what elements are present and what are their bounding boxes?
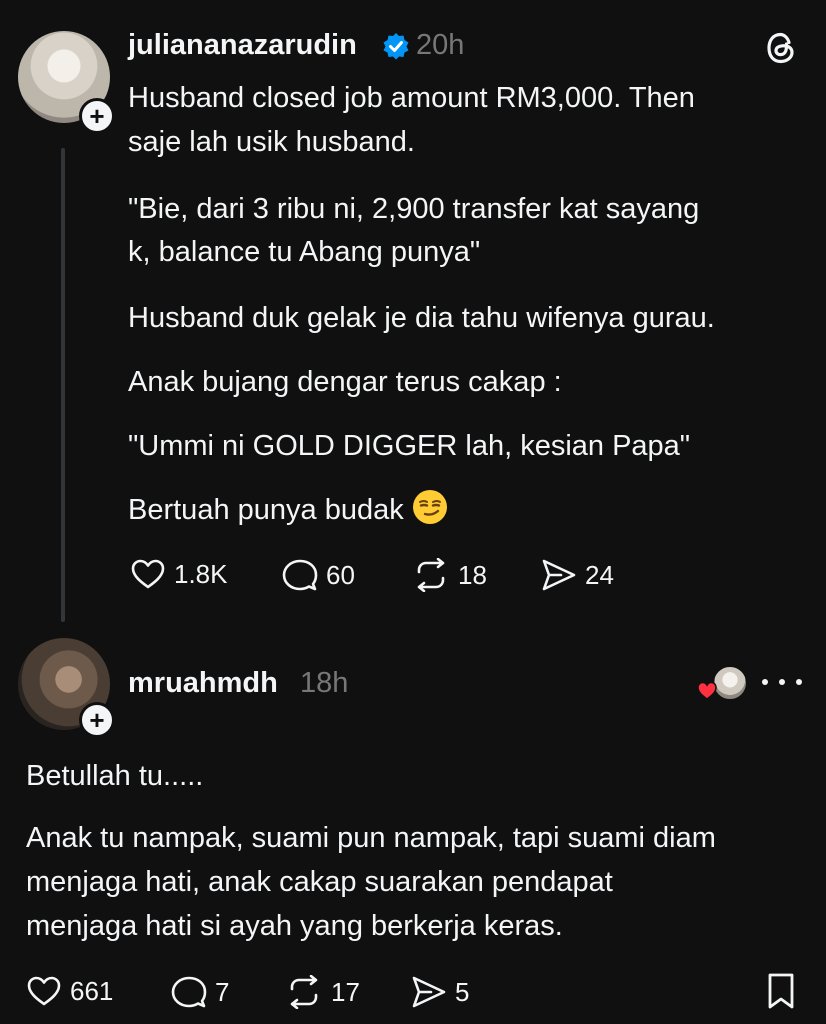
- share-icon: [412, 976, 446, 1008]
- post-repost-count: 18: [458, 559, 487, 590]
- reply-comment-button[interactable]: 7: [171, 975, 229, 1009]
- post-text-line: Anak bujang dengar terus cakap :: [128, 366, 562, 398]
- post-share-button[interactable]: 24: [541, 558, 614, 592]
- post-text-line: "Ummi ni GOLD DIGGER lah, kesian Papa": [128, 430, 691, 462]
- verified-badge-icon: [383, 33, 409, 60]
- heart-icon: [131, 559, 165, 589]
- threads-logo-icon[interactable]: [764, 30, 798, 66]
- reply-repost-button[interactable]: 17: [285, 975, 360, 1009]
- post-repost-button[interactable]: 18: [412, 558, 487, 592]
- heart-icon: [27, 976, 61, 1006]
- post-text-line: Husband closed job amount RM3,000. Then: [128, 82, 695, 114]
- reply-text-line: Betullah tu.....: [26, 760, 204, 792]
- reply-like-count: 661: [70, 975, 114, 1006]
- post-text-line: saje lah usik husband.: [128, 126, 415, 158]
- reply-timestamp: 18h: [300, 667, 349, 699]
- post-text-line: "Bie, dari 3 ribu ni, 2,900 transfer kat…: [128, 193, 700, 225]
- reply-text-line: menjaga hati, anak cakap suarakan pendap…: [26, 866, 613, 898]
- share-icon: [542, 559, 576, 591]
- post-author-username[interactable]: juliananazarudin: [128, 29, 357, 62]
- repost-icon: [290, 975, 318, 1009]
- reply-share-button[interactable]: 5: [411, 975, 469, 1009]
- reply-like-button[interactable]: 661: [26, 975, 113, 1007]
- follow-plus-button[interactable]: +: [79, 98, 115, 134]
- post-text-last-line: Bertuah punya budak: [128, 489, 448, 531]
- comment-icon: [282, 559, 318, 591]
- post-comment-count: 60: [326, 559, 355, 590]
- post-like-count: 1.8K: [174, 558, 228, 589]
- repost-icon: [417, 558, 445, 592]
- reply-repost-count: 17: [331, 976, 360, 1007]
- reply-share-count: 5: [455, 976, 470, 1007]
- reply-author-username[interactable]: mruahmdh: [128, 667, 278, 700]
- smirking-face-emoji-icon: [412, 490, 447, 524]
- post-text-line: k, balance tu Abang punya": [128, 236, 481, 268]
- reply-text-line: Anak tu nampak, suami pun nampak, tapi s…: [26, 822, 716, 854]
- post-text-line: Bertuah punya budak: [128, 494, 404, 526]
- bookmark-icon[interactable]: [766, 972, 796, 1010]
- liked-heart-icon: [697, 681, 717, 700]
- post-like-button[interactable]: 1.8K: [130, 558, 228, 590]
- reply-text-line: menjaga hati si ayah yang berkerja keras…: [26, 910, 563, 942]
- post-comment-button[interactable]: 60: [282, 558, 355, 592]
- more-dots-icon[interactable]: [762, 672, 802, 692]
- post-timestamp: 20h: [416, 29, 465, 61]
- post-share-count: 24: [585, 559, 614, 590]
- thread-connector-line: [61, 148, 65, 622]
- reply-comment-count: 7: [215, 976, 230, 1007]
- follow-plus-button[interactable]: +: [79, 702, 115, 738]
- post-text-line: Husband duk gelak je dia tahu wifenya gu…: [128, 302, 715, 334]
- comment-icon: [171, 976, 207, 1008]
